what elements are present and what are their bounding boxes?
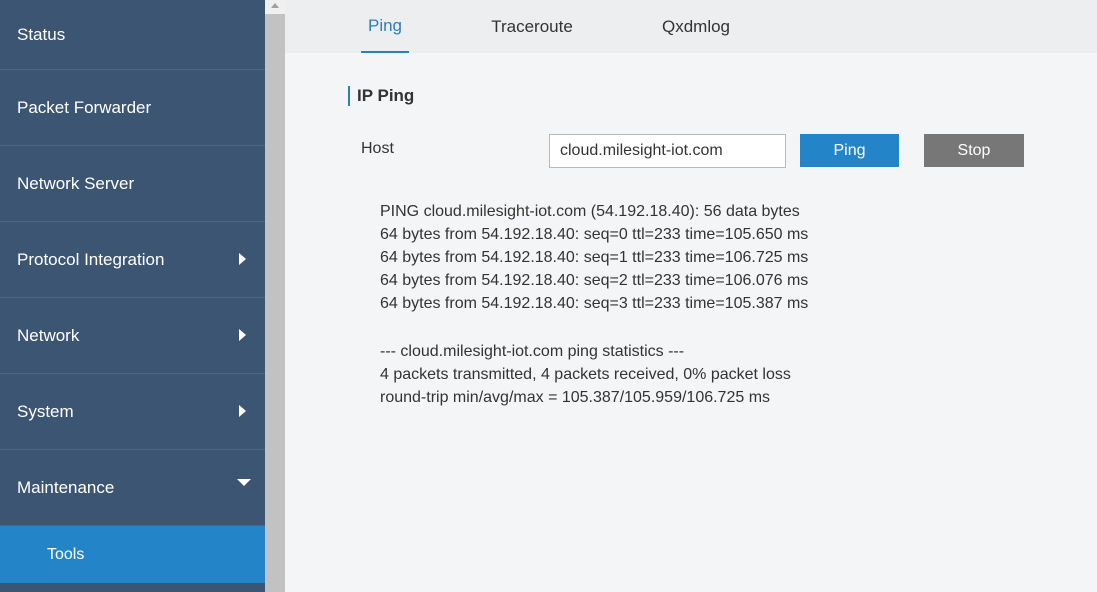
- output-stats-line: 4 packets transmitted, 4 packets receive…: [380, 366, 791, 383]
- output-line: 64 bytes from 54.192.18.40: seq=1 ttl=23…: [380, 249, 809, 266]
- sidebar-item-network[interactable]: Network: [0, 298, 265, 374]
- output-line: 64 bytes from 54.192.18.40: seq=0 ttl=23…: [380, 226, 809, 243]
- sidebar-subitem-tools[interactable]: Tools: [0, 526, 265, 584]
- sidebar-item-label: Status: [17, 24, 66, 44]
- chevron-right-icon: [239, 252, 246, 265]
- sidebar-item-label: Maintenance: [17, 477, 115, 497]
- sidebar-item-maintenance[interactable]: Maintenance: [0, 450, 265, 526]
- output-stats-line: round-trip min/avg/max = 105.387/105.959…: [380, 389, 771, 406]
- tab-qxdmlog[interactable]: Qxdmlog: [657, 0, 735, 53]
- output-line: 64 bytes from 54.192.18.40: seq=3 ttl=23…: [380, 295, 809, 312]
- sidebar-scrollbar[interactable]: [265, 0, 285, 592]
- output-stats-line: --- cloud.milesight-iot.com ping statist…: [380, 343, 685, 360]
- sidebar-item-label: Network Server: [17, 173, 135, 193]
- sidebar-item-label: Protocol Integration: [17, 249, 165, 269]
- main-content: Ping Traceroute Qxdmlog IP Ping Host Pin…: [285, 0, 1097, 592]
- output-line: 64 bytes from 54.192.18.40: seq=2 ttl=23…: [380, 272, 809, 289]
- sidebar-item-label: Packet Forwarder: [17, 97, 152, 117]
- tab-traceroute[interactable]: Traceroute: [484, 0, 580, 53]
- scroll-up-button[interactable]: [265, 0, 285, 14]
- sidebar-item-system[interactable]: System: [0, 374, 265, 450]
- sidebar-item-status[interactable]: Status: [0, 0, 265, 70]
- output-spacer: [380, 315, 808, 340]
- sidebar-item-packet-forwarder[interactable]: Packet Forwarder: [0, 70, 265, 146]
- chevron-right-icon: [239, 404, 246, 417]
- stop-button[interactable]: Stop: [924, 134, 1024, 167]
- tab-bar: Ping Traceroute Qxdmlog: [285, 0, 1097, 53]
- section-title: IP Ping: [348, 86, 414, 106]
- chevron-right-icon: [239, 328, 246, 341]
- host-input[interactable]: [549, 134, 786, 168]
- host-label: Host: [361, 140, 394, 157]
- sidebar-nav: Status Packet Forwarder Network Server P…: [0, 0, 265, 592]
- output-line: PING cloud.milesight-iot.com (54.192.18.…: [380, 203, 800, 220]
- arrow-up-icon: [271, 3, 279, 8]
- sidebar-item-network-server[interactable]: Network Server: [0, 146, 265, 222]
- ping-output: PING cloud.milesight-iot.com (54.192.18.…: [380, 200, 808, 409]
- sidebar-item-label: Network: [17, 325, 80, 345]
- sidebar-item-label: System: [17, 401, 74, 421]
- sidebar-item-protocol-integration[interactable]: Protocol Integration: [0, 222, 265, 298]
- ping-button[interactable]: Ping: [800, 134, 899, 167]
- tab-ping[interactable]: Ping: [361, 0, 409, 53]
- chevron-down-icon: [237, 478, 251, 486]
- sidebar-subitem-label: Tools: [47, 545, 85, 563]
